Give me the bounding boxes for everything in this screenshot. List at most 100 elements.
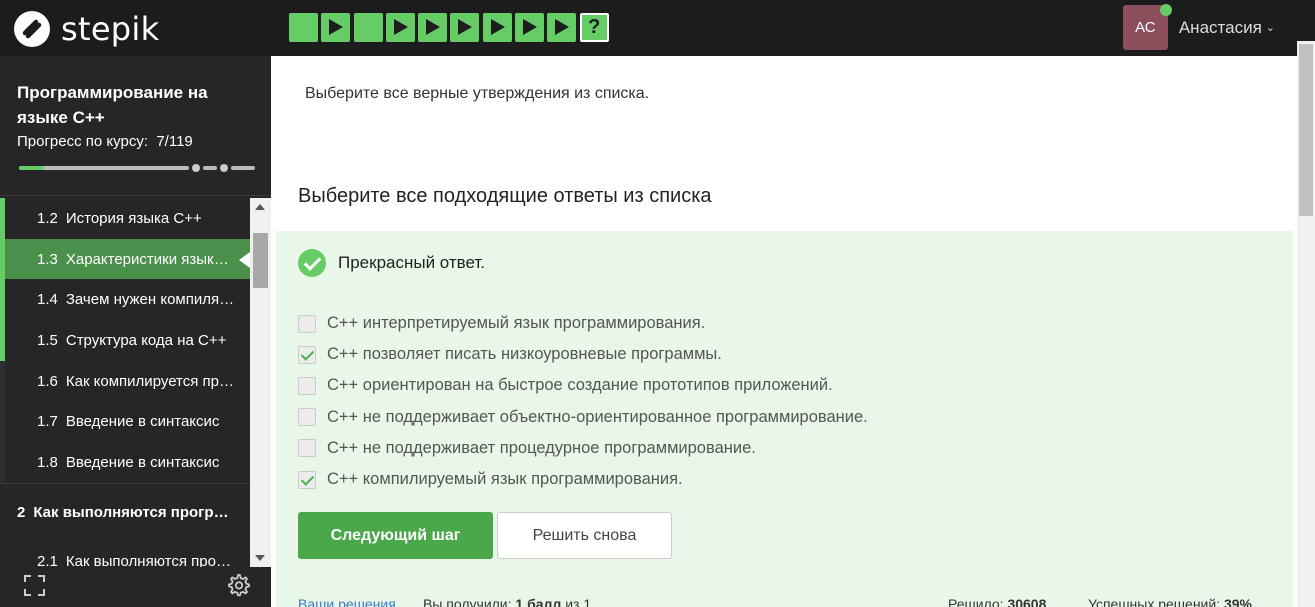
answer-option[interactable]: С++ не поддерживает процедурное программ… — [298, 433, 868, 464]
option-label: С++ не поддерживает процедурное программ… — [327, 438, 756, 457]
result-text: Прекрасный ответ. — [338, 253, 486, 272]
progress-value: 7/119 — [156, 133, 193, 150]
question-text: Выберите все верные утверждения из списк… — [305, 85, 650, 102]
option-label: С++ интерпретируемый язык программирован… — [327, 314, 706, 333]
sidebar-item-lesson[interactable]: 1.6 Как компилируется программа — [0, 360, 250, 402]
score-value: 1 балл — [515, 596, 562, 607]
lesson-number: 2.1 — [37, 552, 58, 567]
scroll-up-icon[interactable] — [255, 204, 265, 210]
answer-option[interactable]: С++ не поддерживает объектно-ориентирова… — [298, 402, 868, 433]
lesson-title: Как выполняются программы — [65, 552, 236, 567]
lesson-number: 1.4 — [37, 291, 58, 309]
lesson-title: Введение в синтаксис — [65, 453, 220, 471]
answer-option[interactable]: С++ ориентирован на быстрое создание про… — [298, 370, 868, 401]
sidebar-item-lesson[interactable]: 1.8 Введение в синтаксис — [0, 442, 250, 483]
progress-label: Прогресс по курсу: — [17, 133, 148, 150]
lesson-number: 1.5 — [37, 331, 58, 349]
solved-count: Решило: 30608 — [948, 596, 1046, 607]
success-rate: Успешных решений: 39% — [1088, 596, 1252, 607]
progress-track-segment — [203, 166, 217, 170]
lesson-title: Структура кода на С++ — [65, 331, 227, 349]
lesson-list: 1.2 История языка С++ 1.3 Характеристики яз… — [0, 198, 250, 567]
course-title[interactable]: Программирование на языке С++ — [17, 80, 247, 130]
solved-value: 30608 — [1007, 596, 1047, 607]
avatar-initials: АС — [1135, 19, 1156, 36]
step-navigation: ? — [289, 13, 612, 42]
course-progress: Прогресс по курсу: 7/119 — [17, 133, 193, 150]
step-text[interactable] — [353, 13, 383, 42]
progress-marker — [192, 164, 200, 172]
checkbox[interactable] — [298, 439, 316, 458]
step-video[interactable] — [450, 13, 480, 42]
checkbox-checked[interactable] — [298, 470, 316, 489]
solved-label: Решило: — [948, 596, 1004, 607]
success-label: Успешных решений: — [1088, 596, 1221, 607]
stepik-logo[interactable]: stepik — [12, 9, 159, 49]
lesson-number: 1.8 — [37, 453, 58, 471]
sidebar-item-lesson[interactable]: 1.2 История языка С++ — [0, 198, 250, 239]
step-text[interactable] — [289, 13, 318, 42]
lesson-title: История языка С++ — [65, 209, 202, 227]
score-info: Вы получили: 1 балл из 1 — [423, 596, 591, 607]
page-scrollbar[interactable] — [1297, 41, 1315, 607]
step-video[interactable] — [515, 13, 545, 42]
option-label: С++ не поддерживает объектно-ориентирова… — [327, 407, 868, 426]
success-value: 39% — [1223, 596, 1253, 607]
avatar[interactable]: АС — [1122, 4, 1172, 50]
sidebar-item-lesson[interactable]: 2.1 Как выполняются программы — [0, 540, 250, 567]
course-sidebar: Программирование на языке С++ Прогресс п… — [0, 56, 271, 607]
stepik-logo-icon — [14, 11, 50, 47]
step-content: Выберите все верные утверждения из списк… — [271, 56, 1297, 607]
sidebar-item-lesson[interactable]: 1.5 Структура кода на С++ — [0, 320, 250, 361]
sidebar-scrollbar[interactable] — [250, 198, 271, 567]
progress-marker — [220, 164, 228, 172]
step-video[interactable] — [547, 13, 577, 42]
option-label: С++ ориентирован на быстрое создание про… — [327, 376, 833, 395]
checkbox[interactable] — [298, 376, 316, 395]
answer-option[interactable]: С++ позволяет писать низкоуровневые прог… — [298, 339, 868, 370]
sidebar-item-lesson[interactable]: 1.7 Введение в синтаксис — [0, 401, 250, 443]
user-name[interactable]: Анастасия — [1179, 18, 1262, 38]
lesson-title: Как компилируется программа — [65, 372, 236, 390]
brand-name: stepik — [61, 10, 160, 48]
step-video[interactable] — [385, 13, 415, 42]
lesson-number: 1.2 — [37, 209, 58, 227]
progress-bar — [19, 164, 255, 172]
step-video[interactable] — [321, 13, 351, 42]
sidebar-item-lesson[interactable]: 1.3 Характеристики языка С++ — [0, 238, 250, 280]
scroll-down-icon[interactable] — [255, 555, 265, 561]
fullscreen-icon[interactable] — [24, 575, 45, 596]
lesson-number: 1.6 — [37, 372, 58, 390]
user-menu[interactable]: АС Анастасия ⌄ — [1122, 4, 1275, 50]
gear-icon[interactable] — [226, 573, 250, 597]
sidebar-item-lesson[interactable]: 1.4 Зачем нужен компилятор — [0, 279, 250, 321]
step-video[interactable] — [418, 13, 448, 42]
answer-option[interactable]: С++ интерпретируемый язык программирован… — [298, 308, 868, 339]
scrollbar-thumb[interactable] — [1299, 44, 1313, 216]
checkbox[interactable] — [298, 314, 316, 333]
progress-track-segment — [231, 166, 255, 170]
result-panel: Прекрасный ответ. С++ интерпретируемый я… — [276, 231, 1293, 607]
step-video[interactable] — [482, 13, 512, 42]
your-solutions-link[interactable]: Ваши решения — [298, 596, 396, 607]
step-quiz-current[interactable]: ? — [579, 13, 609, 42]
module-item[interactable]: 2 Как выполняются программы — [0, 482, 250, 541]
check-circle-icon — [298, 249, 326, 277]
progress-track-segment — [19, 166, 189, 170]
next-step-button[interactable]: Следующий шаг — [298, 512, 493, 559]
option-label: С++ компилируемый язык программирования. — [327, 470, 683, 489]
sidebar-footer — [0, 567, 271, 607]
lesson-number: 1.7 — [37, 413, 58, 431]
scrollbar-thumb[interactable] — [253, 233, 268, 288]
module-number: 2 — [17, 503, 26, 521]
lesson-title: Зачем нужен компилятор — [65, 291, 236, 309]
module-title: Как выполняются программы — [33, 503, 234, 521]
lesson-title: Характеристики языка С++ — [65, 250, 236, 268]
solve-again-button[interactable]: Решить снова — [497, 512, 672, 559]
chevron-down-icon[interactable]: ⌄ — [1266, 21, 1275, 34]
checkbox[interactable] — [298, 408, 316, 427]
score-prefix: Вы получили: — [423, 596, 512, 607]
answer-option[interactable]: С++ компилируемый язык программирования. — [298, 464, 868, 495]
lesson-number: 1.3 — [37, 250, 58, 268]
checkbox-checked[interactable] — [298, 345, 316, 364]
